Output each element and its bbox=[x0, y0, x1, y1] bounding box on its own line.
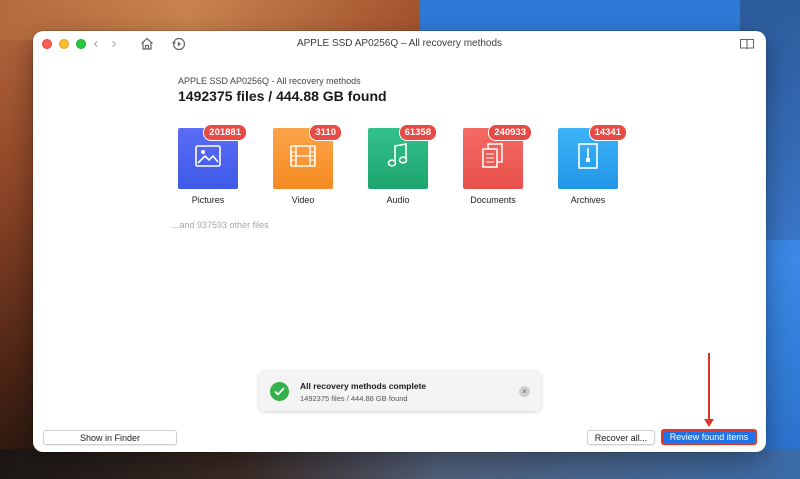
archives-label: Archives bbox=[570, 195, 606, 205]
toast-title: All recovery methods complete bbox=[300, 381, 427, 391]
pictures-icon bbox=[195, 145, 221, 172]
review-found-items-button[interactable]: Review found items bbox=[661, 429, 757, 445]
show-in-finder-button[interactable]: Show in Finder bbox=[43, 430, 177, 445]
toast-subtitle: 1492375 files / 444.88 GB found bbox=[300, 394, 408, 403]
pictures-count-badge: 201881 bbox=[203, 124, 247, 141]
archive-icon bbox=[577, 143, 599, 174]
documents-tile[interactable]: 240933 bbox=[463, 124, 532, 189]
video-film-icon bbox=[290, 145, 316, 172]
app-window: ‹ › APPLE SSD AP0256Q – All recovery met… bbox=[33, 31, 766, 452]
video-tile[interactable]: 3110 bbox=[273, 124, 342, 189]
archives-count-badge: 14341 bbox=[588, 124, 627, 141]
title-bar: ‹ › APPLE SSD AP0256Q – All recovery met… bbox=[33, 31, 766, 57]
category-archives[interactable]: 14341 Archives bbox=[543, 124, 633, 205]
wallpaper-ground bbox=[0, 449, 800, 479]
video-count-badge: 3110 bbox=[309, 124, 342, 141]
close-icon[interactable]: × bbox=[519, 386, 530, 397]
music-note-icon bbox=[387, 143, 409, 174]
annotation-arrow-line bbox=[708, 353, 710, 421]
sidebar-book-icon[interactable] bbox=[739, 36, 755, 52]
documents-count-badge: 240933 bbox=[488, 124, 532, 141]
audio-label: Audio bbox=[386, 195, 410, 205]
annotation-arrow-icon bbox=[704, 419, 714, 427]
category-audio[interactable]: 61358 Audio bbox=[353, 124, 443, 205]
window-title: APPLE SSD AP0256Q – All recovery methods bbox=[296, 38, 503, 49]
documents-icon bbox=[481, 143, 505, 174]
scan-source-subtitle: APPLE SSD AP0256Q - All recovery methods bbox=[178, 76, 361, 86]
video-label: Video bbox=[291, 195, 315, 205]
pictures-tile[interactable]: 201881 bbox=[178, 124, 247, 189]
completion-toast: All recovery methods complete 1492375 fi… bbox=[259, 371, 541, 411]
scan-summary: 1492375 files / 444.88 GB found bbox=[178, 88, 387, 104]
pictures-label: Pictures bbox=[191, 195, 225, 205]
archives-tile[interactable]: 14341 bbox=[558, 124, 627, 189]
category-pictures[interactable]: 201881 Pictures bbox=[163, 124, 253, 205]
documents-label: Documents bbox=[470, 195, 516, 205]
audio-count-badge: 61358 bbox=[398, 124, 437, 141]
other-files-link[interactable]: ...and 937593 other files bbox=[172, 220, 269, 230]
recover-all-button[interactable]: Recover all... bbox=[587, 430, 655, 445]
category-video[interactable]: 3110 Video bbox=[258, 124, 348, 205]
audio-tile[interactable]: 61358 bbox=[368, 124, 437, 189]
category-documents[interactable]: 240933 Documents bbox=[448, 124, 538, 205]
checkmark-icon bbox=[270, 382, 289, 401]
